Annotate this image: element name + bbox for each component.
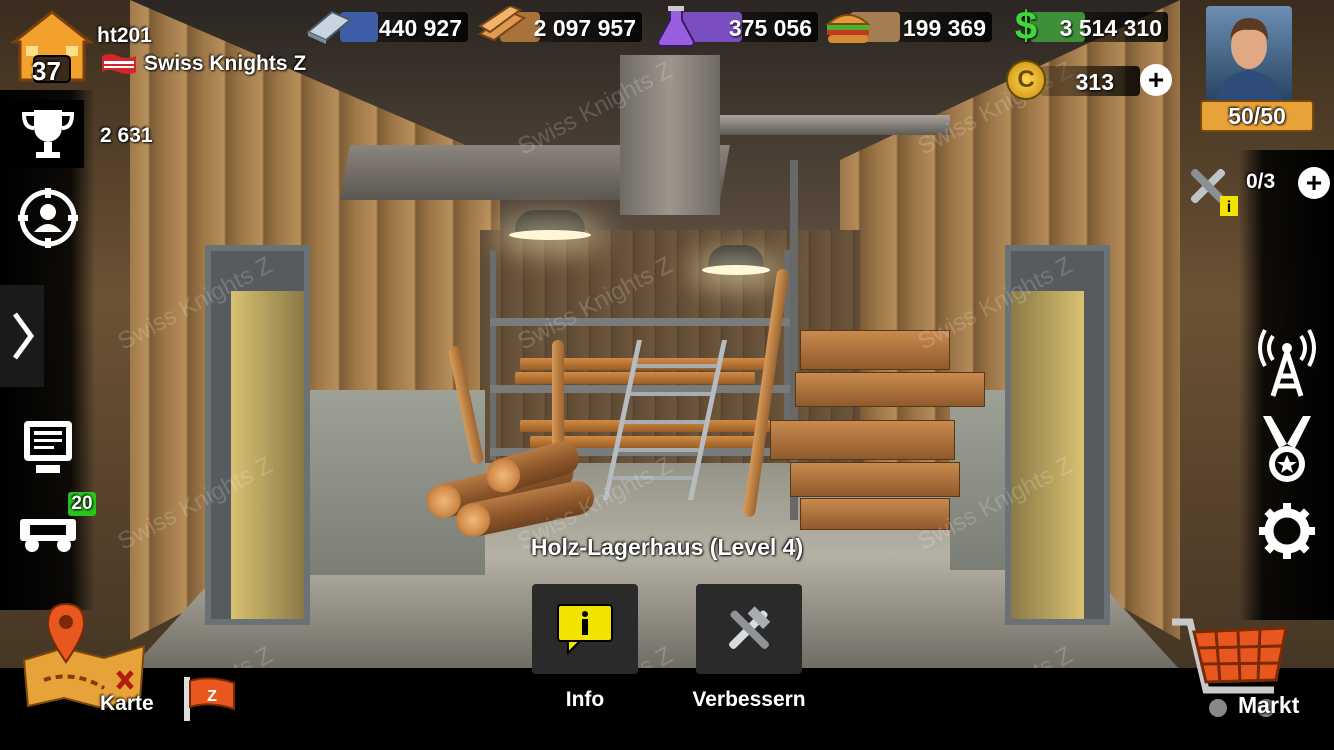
profile-button[interactable] [12,182,84,254]
dollar-icon: $ [1014,3,1038,48]
alliance-flag-icon: Z [184,677,235,721]
builders-button[interactable]: i [1180,158,1238,216]
lumber-stack [790,462,960,497]
energy-badge[interactable]: 50/50 [1200,100,1314,132]
coins-value: 313 [1075,69,1114,95]
medal-button[interactable] [1252,412,1322,488]
info-button[interactable] [532,584,638,674]
avatar[interactable] [1206,6,1292,104]
buy-builder-button[interactable]: + [1298,167,1330,199]
ceiling-lamp-left [509,210,591,240]
coin-icon: C [1006,60,1046,100]
trophy-button[interactable] [12,100,84,168]
alliance-button[interactable]: Z [180,670,240,726]
alliance-flag-icon [100,52,138,76]
buy-coins-button[interactable]: + [1140,64,1172,96]
builders-count: 0/3 [1246,170,1276,193]
info-speech-icon [557,604,613,655]
shelf-board [490,318,790,326]
hq-level-button[interactable]: 37 [10,8,94,86]
trophy-icon [21,110,75,158]
wood-planks-icon [476,4,528,48]
svg-text:i: i [1227,199,1231,216]
burger-icon [822,4,874,48]
lumber-stack [800,498,950,530]
air-duct-vertical [620,55,720,215]
alliance-flag-letter: Z [207,688,217,705]
food-value: 199 369 [902,15,986,41]
trophy-count: 2 631 [100,124,153,147]
lumber-stack [770,420,955,460]
hammer-wrench-icon: i [1190,168,1238,216]
oil-value: 375 056 [728,15,812,41]
wood-value: 2 097 957 [533,15,636,41]
medal-icon [1263,416,1311,482]
radio-button[interactable] [1252,326,1322,402]
lumber-stack [800,330,950,370]
cash-value: 3 514 310 [1059,15,1162,41]
map-label: Karte [100,692,154,715]
hammer-wrench-icon [729,606,771,649]
building-title: Holz-Lagerhaus (Level 4) [530,534,804,560]
upgrade-button[interactable] [696,584,802,674]
coins-counter[interactable]: 313 [1040,66,1140,96]
lumber-stack [795,372,985,407]
vehicles-badge: 20 [68,492,96,516]
oil-flask-icon [650,4,702,48]
chevron-right-icon [12,312,35,360]
ceiling-pipe [720,115,950,135]
player-name: ht201 [97,24,152,47]
hq-level: 37 [32,56,61,86]
upgrade-label: Verbessern [692,688,806,711]
profile-target-icon [18,188,78,248]
alliance-name[interactable]: Swiss Knights Z [144,52,306,76]
news-button[interactable] [12,412,84,482]
warehouse-scene[interactable] [0,0,1334,750]
market-label: Markt [1238,692,1300,718]
radio-tower-icon [1258,329,1316,397]
left-doorway [205,245,310,625]
wood-pole [552,340,564,450]
info-label: Info [565,688,605,711]
steel-value: 440 927 [378,15,462,41]
right-doorway [1005,245,1110,625]
news-monitor-icon [24,421,72,473]
steel-counter[interactable]: 440 927 [340,12,468,42]
steel-beam-icon [302,4,354,48]
expand-menu-button[interactable] [0,285,44,387]
